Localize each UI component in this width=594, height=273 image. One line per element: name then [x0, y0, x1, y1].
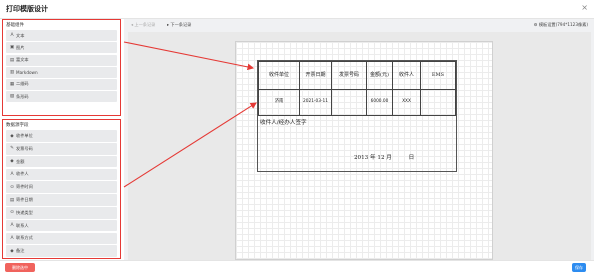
barcode-icon: ▧ [9, 94, 15, 100]
image-icon: ▣ [9, 45, 15, 51]
cell-recipient-unit[interactable]: 济南 [258, 89, 300, 116]
text-icon: A [10, 33, 14, 39]
ticket-number-icon: ✎ [10, 146, 14, 152]
field-remark[interactable]: ◆ 备注 [6, 245, 117, 257]
component-image[interactable]: ▣ 图片 [6, 42, 117, 54]
amount-icon: ◆ [10, 159, 14, 165]
next-record-button[interactable]: ▸ 下一条记录 [167, 22, 191, 28]
field-contact-method[interactable]: A 联系方式 [6, 232, 117, 245]
header-invoice-date[interactable]: 开票日期 [299, 61, 332, 90]
markdown-icon: ▥ [9, 69, 15, 75]
cell-invoice-number[interactable] [331, 89, 367, 116]
component-barcode[interactable]: ▧ 条形码 [6, 91, 117, 103]
close-icon[interactable]: × [581, 3, 588, 12]
design-canvas: 收件单位 开票日期 发票号码 金额(元) 收件人 EMS 济南 2021-03-… [128, 32, 591, 260]
contact-icon: A [10, 223, 14, 229]
send-time-icon: ⊙ [10, 184, 14, 190]
header-ems[interactable]: EMS [420, 61, 456, 90]
mail-form: 收件单位 开票日期 发票号码 金额(元) 收件人 EMS 济南 2021-03-… [257, 60, 457, 172]
component-text[interactable]: A 文本 [6, 30, 117, 42]
cell-ems[interactable] [420, 89, 456, 116]
bottom-bar: 删除选中 保存 [0, 260, 594, 273]
date-text[interactable]: 2013 年 12 月 日 [354, 153, 414, 161]
save-button[interactable]: 保存 [572, 263, 586, 272]
cell-recipient[interactable]: XXX [392, 89, 421, 116]
field-amount[interactable]: ◆ 金额 [6, 155, 117, 168]
window-title: 打印模版设计 [6, 5, 48, 13]
qrcode-icon: ▦ [9, 81, 15, 87]
delete-selected-button[interactable]: 删除选中 [5, 263, 35, 272]
basic-group-title: 基础组件 [6, 23, 24, 28]
recipient-unit-icon: ◆ [10, 133, 14, 139]
prev-record-button[interactable]: ◂ 上一条记录 [131, 22, 155, 28]
header-recipient[interactable]: 收件人 [392, 61, 421, 90]
rich-text-icon: ▤ [9, 57, 15, 63]
header-recipient-unit[interactable]: 收件单位 [258, 61, 300, 90]
cell-amount[interactable]: 6000.00 [366, 89, 393, 116]
field-recipient[interactable]: A 收件人 [6, 168, 117, 181]
template-paper[interactable]: 收件单位 开票日期 发票号码 金额(元) 收件人 EMS 济南 2021-03-… [235, 41, 493, 260]
remark-icon: ◆ [10, 248, 14, 254]
field-send-date[interactable]: ▤ 寄件日期 [6, 194, 117, 206]
data-group-title: 数据源字段 [6, 123, 29, 128]
header-invoice-number[interactable]: 发票号码 [331, 61, 367, 90]
express-type-icon: ⊙ [10, 210, 14, 216]
send-date-icon: ▤ [9, 197, 15, 203]
component-qrcode[interactable]: ▦ 二维码 [6, 78, 117, 90]
template-settings-button[interactable]: ⚙ 模板设置(794*1123像素) [534, 22, 588, 28]
component-markdown[interactable]: ▥ Markdown [6, 66, 117, 78]
form-table: 收件单位 开票日期 发票号码 金额(元) 收件人 EMS 济南 2021-03-… [258, 61, 456, 116]
contact-method-icon: A [10, 235, 14, 241]
basic-components-group: 基础组件 A 文本 ▣ 图片 ▤ 富文本 ▥ Markdown ▦ 二维码 ▧ 条形码 [2, 19, 121, 116]
designer-toolbar: ◂ 上一条记录 ▸ 下一条记录 ⚙ 模板设置(794*1123像素) [127, 19, 594, 32]
field-ticket-number[interactable]: ✎ 发票号码 [6, 143, 117, 155]
signature-label[interactable]: 收件人/经办人签字 [260, 118, 307, 126]
component-sidebar: 基础组件 A 文本 ▣ 图片 ▤ 富文本 ▥ Markdown ▦ 二维码 ▧ 条形码 数据… [0, 19, 124, 260]
window-titlebar: 打印模版设计 × [0, 0, 594, 19]
recipient-icon: A [10, 171, 14, 177]
field-send-time[interactable]: ⊙ 寄件时间 [6, 181, 117, 193]
data-fields-group: 数据源字段 ◆ 收件单位 ✎ 发票号码 ◆ 金额 A 收件人 ⊙ 寄件时间 ▤ 寄件日期 ⊙… [2, 119, 121, 259]
cell-invoice-date[interactable]: 2021-03-11 [299, 89, 332, 116]
component-rich-text[interactable]: ▤ 富文本 [6, 54, 117, 66]
header-amount[interactable]: 金额(元) [366, 61, 393, 90]
field-contact[interactable]: A 联系人 [6, 219, 117, 232]
field-express-type[interactable]: ⊙ 快递类型 [6, 207, 117, 219]
field-recipient-unit[interactable]: ◆ 收件单位 [6, 130, 117, 142]
